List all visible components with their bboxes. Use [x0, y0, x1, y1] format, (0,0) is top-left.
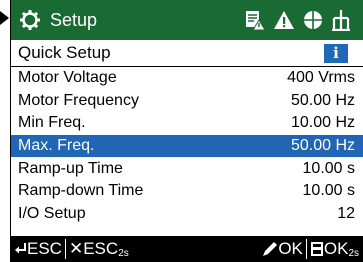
selection-pointer-arrow [0, 11, 9, 25]
hold-duration: 2s [118, 247, 129, 259]
param-value: 50.00 Hz [290, 91, 355, 109]
title-bar: Setup [11, 0, 363, 40]
info-icon[interactable]: i [324, 43, 348, 63]
status-icons [244, 9, 351, 31]
ok-hold-label: OK [323, 239, 349, 258]
document-alert-icon [244, 9, 266, 31]
pencil-icon [263, 242, 278, 256]
param-label: Ramp-up Time [18, 159, 123, 177]
param-label: I/O Setup [18, 204, 86, 222]
param-value: 50.00 Hz [290, 137, 355, 155]
softkey-bar: ESC ✕ ESC 2s OK OK 2s [11, 236, 363, 262]
back-arrow-icon [15, 243, 26, 254]
param-value: 400 Vrms [287, 69, 355, 87]
param-value: 10.00 Hz [290, 114, 355, 132]
esc-hold-cancel-button[interactable]: ✕ ESC 2s [69, 239, 129, 259]
list-item-ramp-down-time[interactable]: Ramp-down Time 10.00 s [11, 180, 363, 203]
gear-icon [19, 9, 41, 31]
cross-icon: ✕ [68, 239, 84, 258]
hold-duration: 2s [348, 247, 359, 259]
list-item-min-freq[interactable]: Min Freq. 10.00 Hz [11, 112, 363, 135]
list-item-motor-voltage[interactable]: Motor Voltage 400 Vrms [11, 67, 363, 90]
param-label: Max. Freq. [18, 137, 95, 155]
esc-hold-label: ESC [83, 239, 119, 258]
param-value: 10.00 s [302, 159, 355, 177]
param-label: Motor Frequency [18, 91, 139, 109]
edit-ok-button[interactable]: OK [262, 239, 303, 259]
esc-label: ESC [27, 239, 62, 258]
ok-label: OK [278, 239, 303, 258]
list-item-motor-frequency[interactable]: Motor Frequency 50.00 Hz [11, 90, 363, 113]
param-label: Motor Voltage [18, 69, 117, 87]
parameter-list: Motor Voltage 400 Vrms Motor Frequency 5… [11, 67, 363, 225]
page-title: Setup [50, 9, 98, 30]
warning-icon [273, 9, 295, 31]
globe-icon [302, 9, 324, 31]
divider [64, 239, 66, 259]
list-item-io-setup[interactable]: I/O Setup 12 [11, 203, 363, 226]
save-ok-button[interactable]: OK 2s [310, 239, 359, 259]
param-value: 10.00 s [302, 182, 355, 200]
divider [305, 239, 307, 259]
param-label: Ramp-down Time [18, 182, 144, 200]
quick-setup-row[interactable]: Quick Setup i [11, 40, 363, 67]
list-item-max-freq[interactable]: Max. Freq. 50.00 Hz [11, 134, 363, 158]
param-value: 12 [337, 204, 355, 222]
save-icon [310, 242, 323, 256]
list-item-ramp-up-time[interactable]: Ramp-up Time 10.00 s [11, 157, 363, 180]
fork-icon [331, 9, 351, 31]
device-screen: Setup Quick Setup i Motor Voltage 400 Vr… [10, 0, 363, 262]
esc-back-button[interactable]: ESC [15, 239, 62, 259]
param-label: Min Freq. [18, 114, 86, 132]
quick-setup-label: Quick Setup [18, 43, 111, 62]
